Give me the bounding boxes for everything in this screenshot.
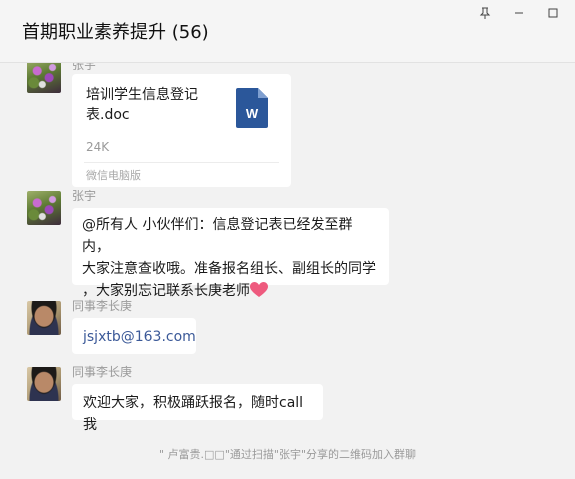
avatar[interactable] (27, 367, 61, 401)
email-link[interactable]: jsjxtb@163.com (83, 329, 196, 345)
sender-name: 张宇 (72, 63, 97, 72)
avatar[interactable] (27, 301, 61, 335)
chat-title: 首期职业素养提升 (56) (22, 22, 209, 43)
chat-header: 首期职业素养提升 (56) (0, 0, 575, 63)
message-bubble[interactable]: 欢迎大家，积极踊跃报名，随时call我 (72, 384, 323, 433)
minimize-icon[interactable] (505, 4, 533, 22)
system-notice: " 卢富贵.□□"通过扫描"张宇"分享的二维码加入群聊 (158, 448, 417, 461)
heart-icon (250, 282, 268, 297)
pin-icon[interactable] (471, 4, 499, 22)
message-bubble[interactable]: jsjxtb@163.com (72, 318, 196, 354)
window-controls (471, 4, 567, 22)
file-size: 24K (86, 140, 110, 154)
message-bubble[interactable]: @所有人 小伙伴们：信息登记表已经发至群内， 大家注意查收哦。准备报名组长、副组… (72, 208, 389, 299)
message-line: 大家注意查收哦。准备报名组长、副组长的同学 (82, 261, 376, 277)
message-line: @所有人 小伙伴们：信息登记表已经发至群内， (82, 217, 353, 255)
word-doc-icon: W (236, 88, 268, 128)
message-list[interactable]: 张宇 培训学生信息登记表.doc 24K W 微信电脑版 张宇 @所有人 小伙伴… (0, 63, 575, 479)
file-name: 培训学生信息登记表.doc (86, 87, 198, 123)
sender-name: 同事李长庚 (72, 299, 133, 313)
message-text: 欢迎大家，积极踊跃报名，随时call我 (83, 395, 304, 433)
avatar[interactable] (27, 63, 61, 93)
sender-name: 张宇 (72, 189, 97, 203)
svg-text:W: W (246, 106, 259, 121)
sender-name: 同事李长庚 (72, 365, 133, 379)
divider (84, 162, 279, 163)
file-source: 微信电脑版 (86, 169, 141, 182)
file-message-card[interactable]: 培训学生信息登记表.doc 24K W 微信电脑版 (72, 74, 291, 187)
avatar[interactable] (27, 191, 61, 225)
maximize-icon[interactable] (539, 4, 567, 22)
